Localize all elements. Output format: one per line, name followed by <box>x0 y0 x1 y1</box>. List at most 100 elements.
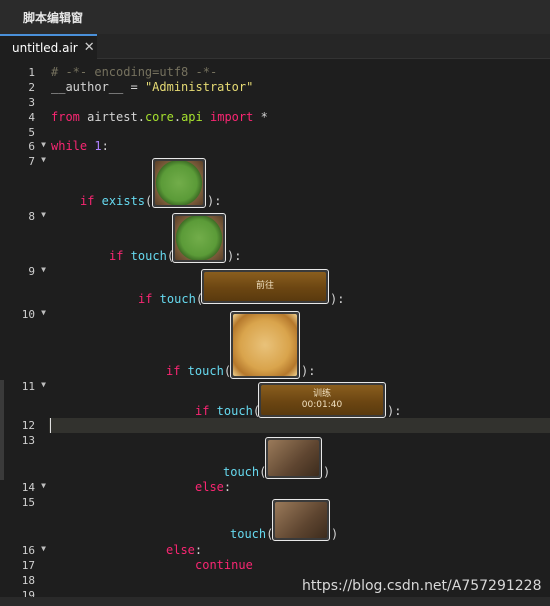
keyword: else <box>195 480 224 494</box>
line-number: 2 <box>28 81 35 94</box>
fold-arrow-icon[interactable]: ▼ <box>41 140 46 149</box>
paren-close: ): <box>330 292 345 306</box>
function-name: touch <box>209 404 253 418</box>
line-number: 14 <box>21 481 35 494</box>
line-number: 11 <box>21 380 35 393</box>
fold-arrow-icon[interactable]: ▼ <box>41 308 46 317</box>
code-line[interactable]: 7 ▼ <box>0 154 550 169</box>
fold-arrow-icon[interactable]: ▼ <box>41 210 46 219</box>
code-text: if touch( <box>138 292 203 307</box>
code-text: touch( <box>230 527 273 542</box>
fold-arrow-icon[interactable]: ▼ <box>41 155 46 164</box>
module-name: api <box>181 110 203 124</box>
function-name: touch <box>230 527 267 541</box>
keyword: else <box>166 543 195 557</box>
line-number: 16 <box>21 544 35 557</box>
colon: : <box>101 139 109 153</box>
code-text: else: <box>195 480 231 495</box>
function-name: exists <box>94 194 146 208</box>
colon: : <box>194 543 203 557</box>
paren-close: ) <box>331 527 339 541</box>
window-title: 脚本编辑窗 <box>23 11 84 25</box>
variable-name: __author__ <box>51 80 124 94</box>
operator: = <box>123 80 145 94</box>
code-line[interactable]: 8 ▼ <box>0 209 550 224</box>
go-button-image: 前往 <box>204 272 326 301</box>
green-check-helmet-icon <box>175 216 223 260</box>
colon: : <box>223 480 232 494</box>
code-text: if touch( <box>195 404 260 419</box>
string-literal: "Administrator" <box>144 80 254 94</box>
line-number: 3 <box>28 96 35 109</box>
code-line[interactable]: 6 ▼ while 1: <box>0 139 550 154</box>
code-line[interactable]: 2 __author__ = "Administrator" <box>0 80 550 95</box>
line-number: 13 <box>21 434 35 447</box>
train-button-image: 训练 00:01:40 <box>261 385 383 415</box>
button-image-text: 训练 <box>312 389 331 399</box>
keyword: if <box>195 404 210 418</box>
line-number: 17 <box>21 559 35 572</box>
function-name: touch <box>152 292 196 306</box>
line-number: 8 <box>28 210 35 223</box>
paren-close: ): <box>387 404 402 418</box>
tab-label[interactable]: untitled.air <box>12 41 78 55</box>
code-text: if exists( <box>80 194 152 209</box>
code-line[interactable]: 3 <box>0 95 550 110</box>
code-text: if touch( <box>109 249 174 264</box>
screenshot-image[interactable] <box>172 213 226 263</box>
screenshot-image[interactable]: 训练 00:01:40 <box>258 382 386 418</box>
module-name: airtest. <box>79 110 145 124</box>
fold-arrow-icon[interactable]: ▼ <box>41 481 46 490</box>
screenshot-image[interactable]: 前往 <box>201 269 329 304</box>
code-line[interactable]: 4 from airtest.core.api import * <box>0 110 550 125</box>
line-number: 6 <box>28 140 35 153</box>
watermark-text: https://blog.csdn.net/A757291228 <box>302 578 542 594</box>
line-number: 19 <box>21 589 35 597</box>
screenshot-image[interactable] <box>265 437 322 479</box>
paren-close: ) <box>323 465 331 479</box>
code-line[interactable]: 5 <box>0 125 550 140</box>
paren-close: ): <box>207 194 222 208</box>
screenshot-image[interactable] <box>152 158 206 208</box>
line-number: 5 <box>28 126 35 139</box>
line-number: 7 <box>28 155 35 168</box>
code-editor[interactable]: 1 # -*- encoding=utf8 -*- 2 __author__ =… <box>0 59 550 597</box>
keyword: if <box>166 364 181 378</box>
code-text: else: <box>166 543 202 558</box>
keyword: continue <box>195 558 253 572</box>
helmet-plus-icon <box>233 314 297 376</box>
module-dot: . <box>173 110 182 124</box>
back-arrow-icon <box>275 502 327 538</box>
line-number: 12 <box>21 419 35 432</box>
import-star: * <box>253 110 268 124</box>
code-text: while 1: <box>51 139 109 154</box>
line-number: 4 <box>28 111 35 124</box>
green-check-helmet-icon <box>155 161 203 205</box>
line-number: 9 <box>28 265 35 278</box>
keyword: while <box>51 139 88 153</box>
number-literal: 1 <box>94 139 102 153</box>
code-line[interactable]: 14 ▼ else: <box>0 480 550 495</box>
code-line[interactable]: 16 ▼ else: <box>0 543 550 558</box>
fold-arrow-icon[interactable]: ▼ <box>41 544 46 553</box>
code-line[interactable]: 1 # -*- encoding=utf8 -*- <box>0 65 550 80</box>
horizontal-scrollbar[interactable] <box>0 597 550 606</box>
keyword: from <box>51 110 80 124</box>
tab-untitled-air[interactable]: untitled.air ✕ <box>0 34 97 59</box>
code-line[interactable]: 17 continue <box>0 558 550 573</box>
module-name: core <box>144 110 174 124</box>
code-line[interactable]: 12 <box>0 418 550 433</box>
function-name: touch <box>123 249 167 263</box>
close-tab-icon[interactable]: ✕ <box>84 40 95 55</box>
comment-text: # -*- encoding=utf8 -*- <box>51 65 218 79</box>
fold-arrow-icon[interactable]: ▼ <box>41 380 46 389</box>
keyword: if <box>80 194 95 208</box>
line-number: 10 <box>21 308 35 321</box>
line-number: 18 <box>21 574 35 587</box>
screenshot-image[interactable] <box>230 311 300 379</box>
tab-bar: untitled.air ✕ <box>0 34 550 59</box>
paren-close: ): <box>301 364 316 378</box>
keyword: if <box>109 249 124 263</box>
fold-arrow-icon[interactable]: ▼ <box>41 265 46 274</box>
screenshot-image[interactable] <box>272 499 330 541</box>
